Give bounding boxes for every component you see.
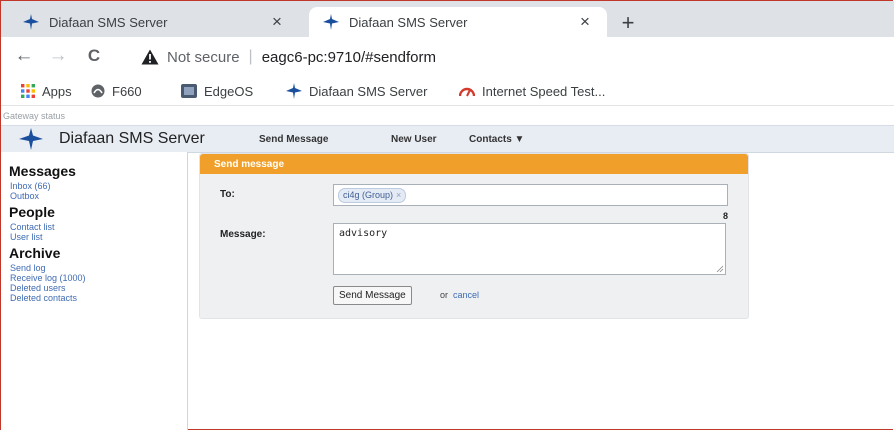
or-text: or bbox=[440, 290, 449, 300]
diafaan-favicon bbox=[23, 14, 39, 30]
message-textarea[interactable]: advisory bbox=[333, 223, 726, 275]
not-secure-label: Not secure bbox=[167, 48, 240, 66]
user-list-link[interactable]: User list bbox=[10, 232, 43, 242]
diafaan-favicon bbox=[323, 14, 339, 30]
nav-new-user[interactable]: New User bbox=[391, 134, 437, 145]
bookmark-edgeos[interactable]: EdgeOS bbox=[181, 82, 253, 100]
browser-toolbar: ← → C Not secure | eagc6-pc:9710/#sendfo… bbox=[1, 37, 894, 77]
inbox-link[interactable]: Inbox (66) bbox=[10, 181, 51, 191]
bookmark-diafaan[interactable]: Diafaan SMS Server bbox=[286, 82, 428, 100]
bookmark-label: EdgeOS bbox=[204, 83, 254, 99]
send-log-link[interactable]: Send log bbox=[10, 263, 46, 273]
close-icon[interactable]: × bbox=[575, 12, 595, 32]
resize-grip-icon[interactable] bbox=[716, 265, 724, 273]
bookmark-label: Internet Speed Test... bbox=[482, 83, 606, 99]
outbox-link[interactable]: Outbox bbox=[10, 191, 39, 201]
diafaan-logo bbox=[19, 128, 43, 150]
sidebar: Messages Inbox (66) Outbox People Contac… bbox=[1, 152, 188, 430]
tab-diafaan-1[interactable]: Diafaan SMS Server × bbox=[9, 7, 299, 37]
address-bar[interactable]: Not secure | eagc6-pc:9710/#sendform bbox=[141, 43, 436, 71]
plus-icon[interactable]: + bbox=[615, 10, 641, 36]
f660-icon bbox=[91, 84, 105, 98]
people-heading: People bbox=[9, 204, 55, 220]
char-counter: 8 bbox=[723, 211, 729, 221]
forward-arrow-icon[interactable]: → bbox=[45, 43, 71, 69]
recipient-tag-label: ci4g (Group) bbox=[343, 190, 394, 200]
archive-heading: Archive bbox=[9, 245, 61, 261]
bookmark-label: F660 bbox=[112, 83, 142, 99]
receive-log-link[interactable]: Receive log (1000) bbox=[10, 273, 86, 283]
app-name: Diafaan SMS Server bbox=[59, 130, 205, 147]
gateway-status[interactable]: Gateway status bbox=[3, 111, 65, 121]
tab-title: Diafaan SMS Server bbox=[349, 14, 468, 30]
reload-icon[interactable]: C bbox=[81, 43, 107, 69]
back-arrow-icon[interactable]: ← bbox=[11, 43, 37, 69]
panel-header: Send message bbox=[200, 154, 748, 174]
url-separator: | bbox=[248, 48, 253, 65]
edgeos-icon bbox=[181, 84, 197, 98]
send-message-panel: Send message To: ci4g (Group) × 8 Message… bbox=[199, 153, 749, 319]
message-label: Message: bbox=[220, 229, 266, 240]
to-label: To: bbox=[220, 189, 235, 200]
nav-send-message[interactable]: Send Message bbox=[259, 134, 328, 145]
url-text[interactable]: eagc6-pc:9710/#sendform bbox=[262, 49, 436, 66]
bookmark-f660[interactable]: F660 bbox=[91, 82, 142, 100]
panel-title: Send message bbox=[214, 159, 285, 170]
contact-list-link[interactable]: Contact list bbox=[10, 222, 55, 232]
nav-contacts-dropdown[interactable]: Contacts ▼ bbox=[469, 134, 524, 145]
bookmark-label: Diafaan SMS Server bbox=[309, 83, 428, 99]
tab-strip: Diafaan SMS Server × Diafaan SMS Server … bbox=[1, 1, 894, 37]
apps-grid-icon bbox=[21, 84, 35, 98]
remove-tag-icon[interactable]: × bbox=[396, 190, 401, 200]
close-icon[interactable]: × bbox=[267, 12, 287, 32]
bookmark-label: Apps bbox=[42, 83, 72, 99]
bookmark-speedtest[interactable]: Internet Speed Test... bbox=[459, 82, 605, 100]
send-message-button[interactable]: Send Message bbox=[333, 286, 412, 305]
tab-title: Diafaan SMS Server bbox=[49, 14, 168, 30]
bookmarks-bar: Apps F660 EdgeOS Diafaan SMS Server Inte… bbox=[1, 77, 894, 106]
message-text: advisory bbox=[339, 228, 388, 239]
app-header: Diafaan SMS Server Send Message New User… bbox=[1, 125, 894, 153]
to-field[interactable]: ci4g (Group) × bbox=[333, 184, 728, 206]
diafaan-favicon bbox=[286, 83, 302, 99]
bookmark-apps[interactable]: Apps bbox=[21, 82, 72, 100]
cancel-link[interactable]: cancel bbox=[453, 290, 479, 300]
tab-diafaan-2[interactable]: Diafaan SMS Server × bbox=[309, 7, 607, 37]
deleted-users-link[interactable]: Deleted users bbox=[10, 283, 66, 293]
warning-icon bbox=[141, 49, 159, 65]
recipient-tag[interactable]: ci4g (Group) × bbox=[338, 188, 407, 203]
speedtest-icon bbox=[459, 87, 475, 97]
deleted-contacts-link[interactable]: Deleted contacts bbox=[10, 293, 77, 303]
messages-heading: Messages bbox=[9, 163, 76, 179]
